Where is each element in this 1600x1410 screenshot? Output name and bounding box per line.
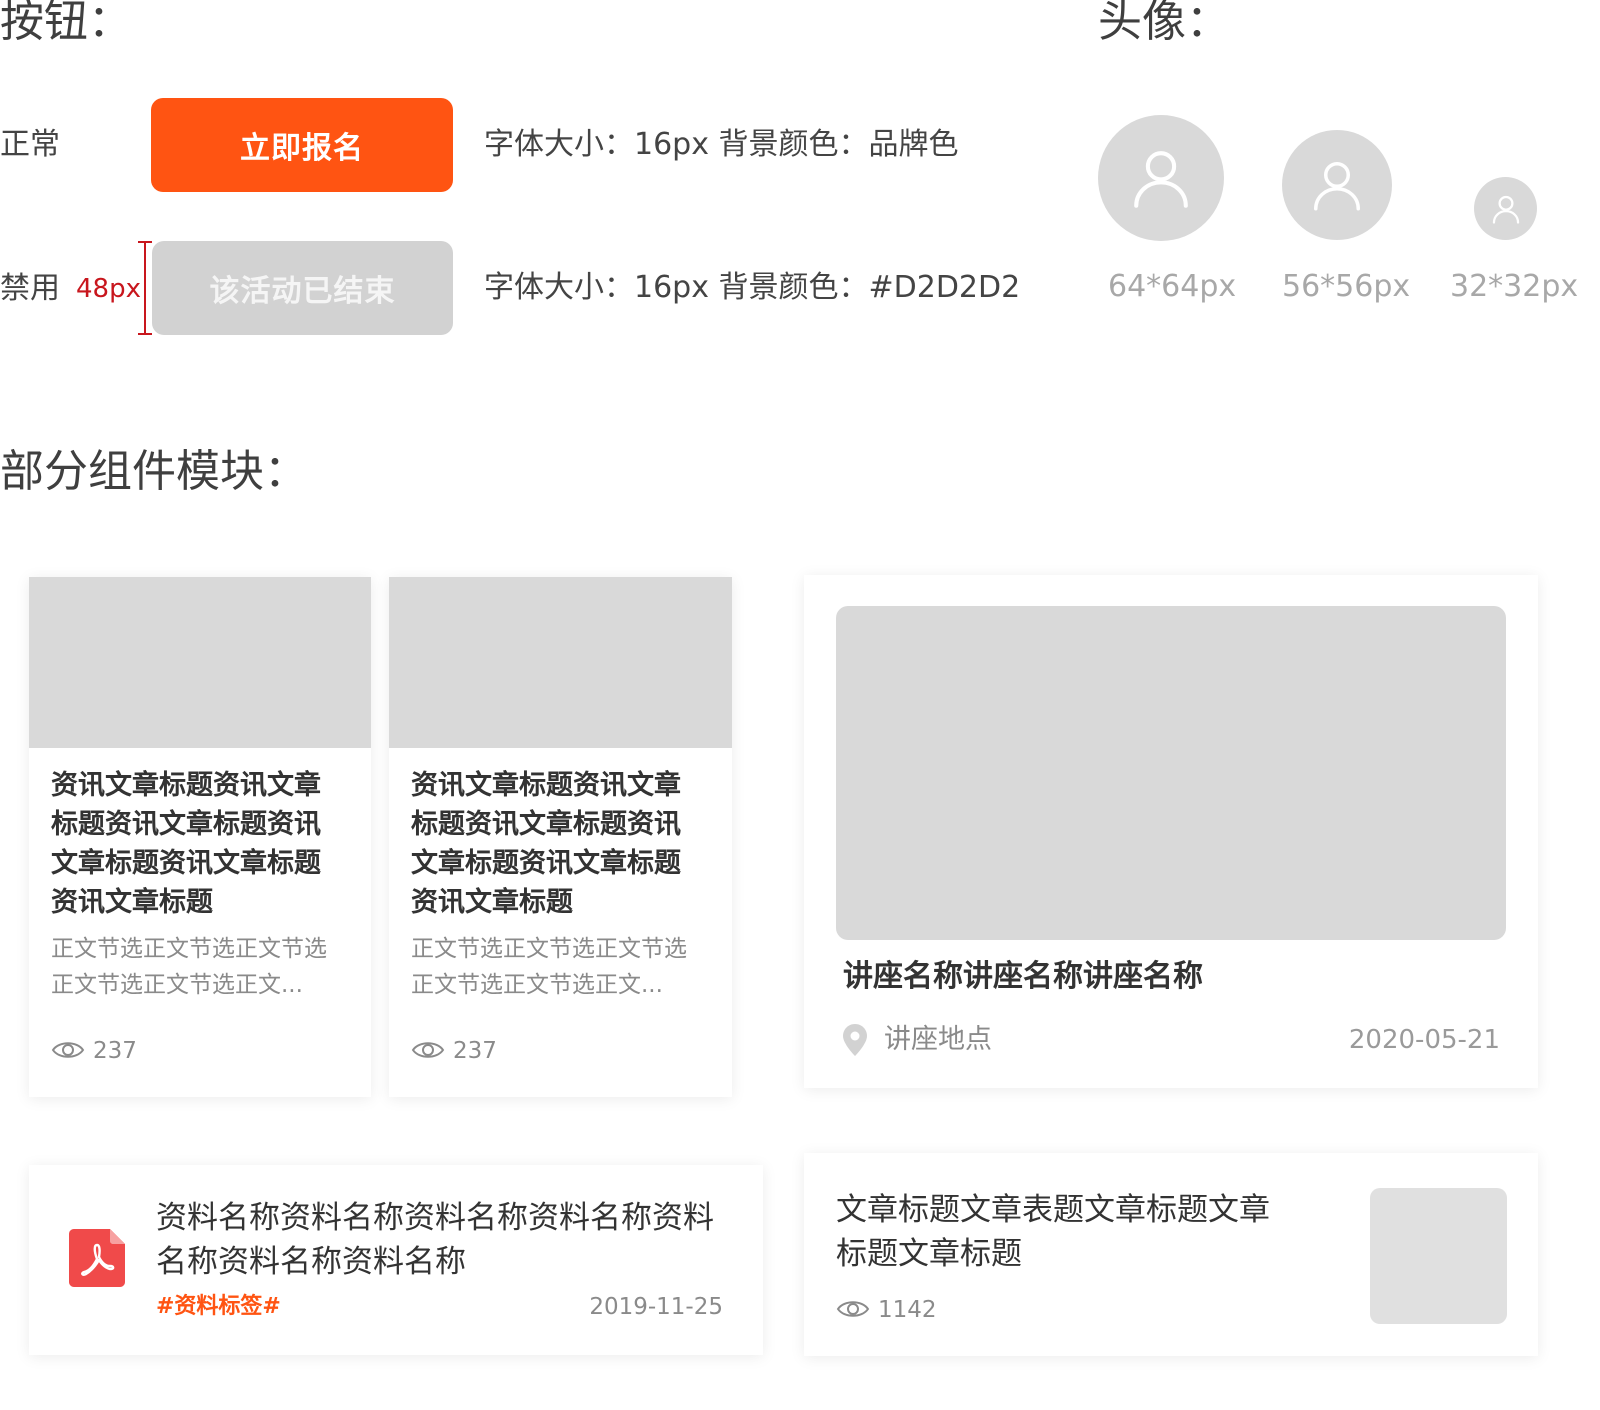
news-card[interactable]: 资讯文章标题资讯文章标题资讯文章标题资讯文章标题资讯文章标题资讯文章标题 正文节… (389, 577, 732, 1097)
activity-ended-button: 该活动已结束 (152, 241, 453, 335)
eye-icon (411, 1042, 445, 1058)
avatar-small-label: 32*32px (1450, 269, 1579, 304)
article-thumbnail (1370, 1188, 1507, 1324)
location-pin-icon (843, 1024, 867, 1056)
lecture-card[interactable]: 讲座名称讲座名称讲座名称 讲座地点 2020-05-21 (804, 575, 1538, 1088)
avatars-section-title: 头像： (1098, 0, 1230, 47)
document-tag[interactable]: #资料标签# (156, 1296, 281, 1318)
eye-icon (51, 1042, 85, 1058)
article-title: 文章标题文章表题文章标题文章标题文章标题 (836, 1192, 1270, 1272)
avatar-large[interactable] (1098, 115, 1224, 241)
view-count: 1142 (878, 1297, 937, 1323)
lecture-title: 讲座名称讲座名称讲座名称 (843, 959, 1203, 994)
components-section-title: 部分组件模块： (0, 446, 308, 497)
view-count: 237 (453, 1038, 497, 1064)
document-title: 资料名称资料名称资料名称资料名称资料名称资料名称资料名称 (156, 1200, 714, 1280)
document-date: 2019-11-25 (589, 1294, 723, 1320)
normal-button-description: 字体大小：16px 背景颜色：品牌色 (484, 127, 959, 162)
document-card[interactable]: 资料名称资料名称资料名称资料名称资料名称资料名称资料名称 #资料标签# 2019… (29, 1165, 763, 1355)
lecture-location: 讲座地点 (884, 1024, 992, 1055)
avatar-small[interactable] (1474, 177, 1537, 240)
lecture-cover-image (836, 606, 1506, 940)
disabled-button-description: 字体大小：16px 背景颜色：#D2D2D2 (484, 270, 1021, 305)
user-icon (1492, 195, 1519, 224)
news-card[interactable]: 资讯文章标题资讯文章标题资讯文章标题资讯文章标题资讯文章标题资讯文章标题 正文节… (29, 577, 371, 1097)
avatar-medium[interactable] (1282, 130, 1392, 240)
news-cover-image (389, 577, 732, 748)
news-title: 资讯文章标题资讯文章标题资讯文章标题资讯文章标题资讯文章标题资讯文章标题 (411, 770, 681, 918)
article-card[interactable]: 文章标题文章表题文章标题文章标题文章标题 1142 (804, 1153, 1538, 1356)
news-cover-image (29, 577, 371, 748)
user-icon (1134, 151, 1188, 208)
buttons-section-title: 按钮： (0, 0, 132, 47)
height-measure-label: 48px (76, 274, 141, 304)
news-excerpt: 正文节选正文节选正文节选正文节选正文节选正文... (51, 936, 327, 998)
news-title: 资讯文章标题资讯文章标题资讯文章标题资讯文章标题资讯文章标题资讯文章标题 (51, 770, 321, 918)
register-button[interactable]: 立即报名 (151, 98, 453, 192)
view-count: 237 (93, 1038, 137, 1064)
row-label-normal: 正常 (0, 127, 60, 162)
eye-icon (836, 1301, 870, 1317)
news-excerpt: 正文节选正文节选正文节选正文节选正文节选正文... (411, 936, 687, 998)
pdf-icon (69, 1229, 125, 1287)
avatar-large-label: 64*64px (1108, 269, 1237, 304)
avatar-medium-label: 56*56px (1282, 269, 1411, 304)
lecture-date: 2020-05-21 (1348, 1025, 1500, 1055)
user-icon (1314, 162, 1360, 211)
row-label-disabled: 禁用 (0, 271, 60, 306)
